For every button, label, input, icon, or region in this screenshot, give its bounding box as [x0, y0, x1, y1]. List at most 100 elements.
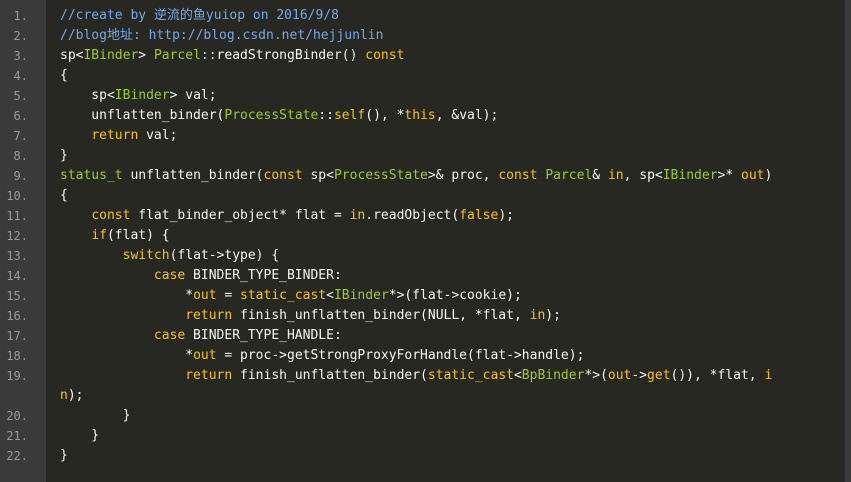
code-token: status_t — [60, 168, 123, 183]
code-token: in — [529, 308, 546, 323]
code-token: ); — [67, 388, 84, 403]
code-token: ) — [764, 168, 773, 183]
code-token: > — [138, 48, 154, 63]
code-token: *>( — [584, 368, 608, 383]
code-token: > val; — [169, 88, 217, 103]
code-text: { — [60, 66, 68, 86]
code-token: >& proc, — [427, 168, 499, 183]
line-number: 5. — [13, 89, 28, 103]
line-number: 7. — [13, 129, 28, 143]
code-token: ); — [545, 308, 561, 323]
code-token: IBinder — [83, 48, 139, 63]
line-number: 4. — [13, 69, 28, 83]
code-token: sp< — [302, 168, 334, 183]
code-token: const — [91, 208, 131, 223]
code-token: ); — [498, 208, 514, 223]
code-token: flat_binder_object* flat = — [130, 208, 350, 223]
code-token: out — [193, 288, 217, 303]
line-number: 8. — [13, 149, 28, 163]
code-token: in — [607, 168, 624, 183]
code-token: IBinder — [662, 168, 718, 183]
code-token: < — [513, 368, 522, 383]
line-number: 11. — [6, 209, 28, 223]
line-number: 2. — [13, 29, 28, 43]
code-token: //blog地址: http://blog.csdn.net/hejjunlin — [60, 28, 384, 43]
code-text: unflatten_binder(ProcessState::self(), *… — [60, 106, 498, 126]
code-token: ::readStrongBinder() — [200, 48, 366, 63]
code-text: } — [60, 406, 131, 426]
code-token: switch — [122, 248, 170, 263]
line-number: 17. — [6, 329, 28, 343]
code-text: sp<IBinder> Parcel::readStrongBinder() c… — [60, 46, 404, 66]
line-number: 18. — [6, 349, 28, 363]
code-token: const — [365, 48, 405, 63]
line-number: 19. — [6, 369, 28, 383]
line-number: 10. — [6, 189, 28, 203]
code-token: if — [91, 228, 107, 243]
line-number: 6. — [13, 109, 28, 123]
code-token: :: — [318, 108, 334, 123]
code-token: , sp< — [623, 168, 663, 183]
line-number: 14. — [6, 269, 28, 283]
editor-right-edge — [845, 0, 851, 482]
code-token: get — [647, 368, 671, 383]
line-number: 16. — [6, 309, 28, 323]
code-token: case — [153, 268, 186, 283]
code-token: BINDER_TYPE_BINDER: — [185, 268, 342, 283]
code-token: sp< — [60, 48, 84, 63]
code-token: & — [592, 168, 608, 183]
code-token: BpBinder — [521, 368, 585, 383]
code-token: Parcel — [545, 168, 593, 183]
code-token: out — [193, 348, 217, 363]
code-token: , &val); — [435, 108, 499, 123]
code-token: i — [764, 368, 773, 383]
line-number: 1. — [13, 9, 28, 23]
line-number: 13. — [6, 249, 28, 263]
code-text: case BINDER_TYPE_HANDLE: — [60, 326, 342, 346]
code-token: (flat) { — [106, 228, 170, 243]
code-text: //blog地址: http://blog.csdn.net/hejjunlin — [60, 26, 383, 46]
code-token: case — [153, 328, 186, 343]
code-token: return — [185, 368, 233, 383]
code-text: *out = static_cast<IBinder*>(flat->cooki… — [60, 286, 522, 306]
code-token: } — [60, 408, 131, 423]
code-token: unflatten_binder( — [60, 108, 225, 123]
code-token: ProcessState — [224, 108, 319, 123]
line-number: 21. — [6, 429, 28, 443]
code-token: Parcel — [153, 48, 201, 63]
code-text: *out = proc->getStrongProxyForHandle(fla… — [60, 346, 584, 366]
code-token: { — [60, 188, 68, 203]
code-token: const — [263, 168, 303, 183]
line-number: 3. — [13, 49, 28, 63]
code-text: case BINDER_TYPE_BINDER: — [60, 266, 342, 286]
code-token: .readObject( — [365, 208, 460, 223]
code-token: n — [60, 388, 68, 403]
code-token: IBinder — [333, 288, 389, 303]
code-token: return — [185, 308, 233, 323]
code-token: < — [326, 288, 334, 303]
code-editor: 1. //create by 逆流的鱼yuiop on 2016/9/8 2. //b… — [0, 0, 851, 482]
code-text: { — [60, 186, 68, 206]
code-token: = proc->getStrongProxyForHandle(flat->ha… — [216, 348, 585, 363]
code-token: return — [91, 128, 139, 143]
code-token: const — [498, 168, 538, 183]
code-token: unflatten_binder( — [122, 168, 264, 183]
code-text: return finish_unflatten_binder(static_ca… — [60, 366, 772, 406]
code-token: static_cast — [240, 288, 327, 303]
code-text: const flat_binder_object* flat = in.read… — [60, 206, 514, 226]
code-token: finish_unflatten_binder(NULL, *flat, — [232, 308, 530, 323]
code-text: if(flat) { — [60, 226, 170, 246]
code-token: in — [349, 208, 366, 223]
code-token: //create by 逆流的鱼yuiop on 2016/9/8 — [60, 8, 339, 23]
code-text: //create by 逆流的鱼yuiop on 2016/9/8 — [60, 6, 339, 26]
code-text: status_t unflatten_binder(const sp<Proce… — [60, 166, 772, 186]
code-token: false — [459, 208, 499, 223]
code-text: switch(flat->type) { — [60, 246, 280, 266]
